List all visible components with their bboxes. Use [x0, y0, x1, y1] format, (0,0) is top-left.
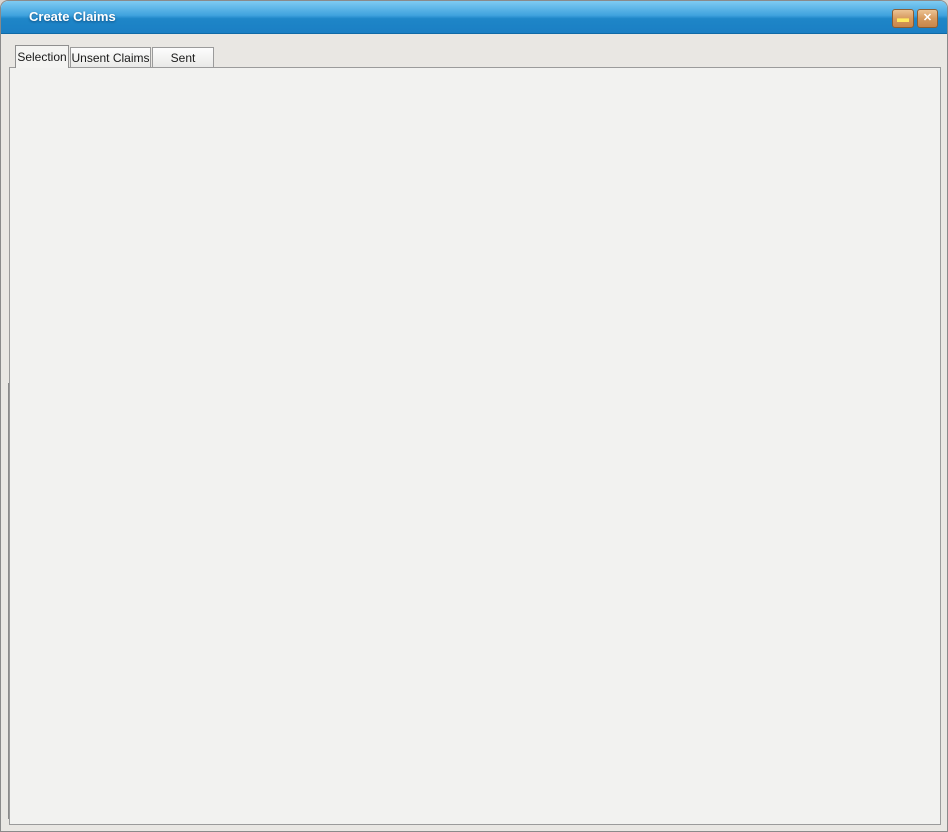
window-title: Create Claims	[29, 1, 116, 33]
minimize-icon: ▬	[897, 11, 909, 25]
title-bar[interactable]: Create Claims ▬ ✕	[1, 1, 948, 34]
close-button[interactable]: ✕	[917, 9, 938, 28]
close-icon: ✕	[923, 12, 932, 24]
minimize-button[interactable]: ▬	[892, 9, 914, 28]
selection-tab-page	[9, 67, 941, 825]
tab-unsent-claims[interactable]: Unsent Claims	[70, 47, 151, 68]
tab-selection[interactable]: Selection	[15, 45, 69, 68]
create-claims-window: Create Claims ▬ ✕ Selection Unsent Claim…	[0, 0, 948, 832]
tab-sent-claims[interactable]: Sent Claims	[152, 47, 214, 68]
